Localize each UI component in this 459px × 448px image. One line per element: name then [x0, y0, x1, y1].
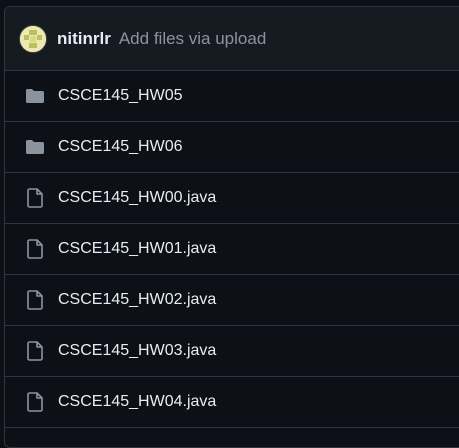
file-name-link[interactable]: CSCE145_HW02.java — [58, 291, 216, 309]
file-icon — [23, 239, 47, 259]
file-row-file[interactable]: CSCE145_HW03.java — [5, 326, 459, 377]
file-row-file[interactable]: CSCE145_HW01.java — [5, 224, 459, 275]
file-row-file[interactable]: CSCE145_HW00.java — [5, 173, 459, 224]
file-browser: nitinrlr Add files via upload CSCE145_HW… — [4, 6, 459, 448]
file-row-folder[interactable]: CSCE145_HW05 — [5, 71, 459, 122]
avatar-pattern-icon — [20, 25, 46, 52]
file-icon — [23, 341, 47, 361]
file-row-folder[interactable]: CSCE145_HW06 — [5, 122, 459, 173]
file-icon — [23, 392, 47, 412]
file-name-link[interactable]: CSCE145_HW05 — [58, 87, 183, 105]
file-name-link[interactable]: CSCE145_HW01.java — [58, 240, 216, 258]
file-name-link[interactable]: CSCE145_HW03.java — [58, 342, 216, 360]
file-icon — [23, 188, 47, 208]
author-avatar[interactable] — [19, 24, 47, 53]
commit-author-link[interactable]: nitinrlr — [57, 29, 111, 49]
file-row-file[interactable]: CSCE145_HW04.java — [5, 377, 459, 428]
latest-commit-header: nitinrlr Add files via upload — [5, 7, 459, 71]
file-icon — [23, 290, 47, 310]
file-row-file[interactable]: CSCE145_HW02.java — [5, 275, 459, 326]
file-name-link[interactable]: CSCE145_HW04.java — [58, 393, 216, 411]
folder-icon — [23, 86, 47, 106]
file-name-link[interactable]: CSCE145_HW00.java — [58, 189, 216, 207]
file-name-link[interactable]: CSCE145_HW06 — [58, 138, 183, 156]
commit-message-link[interactable]: Add files via upload — [119, 29, 266, 49]
folder-icon — [23, 137, 47, 157]
